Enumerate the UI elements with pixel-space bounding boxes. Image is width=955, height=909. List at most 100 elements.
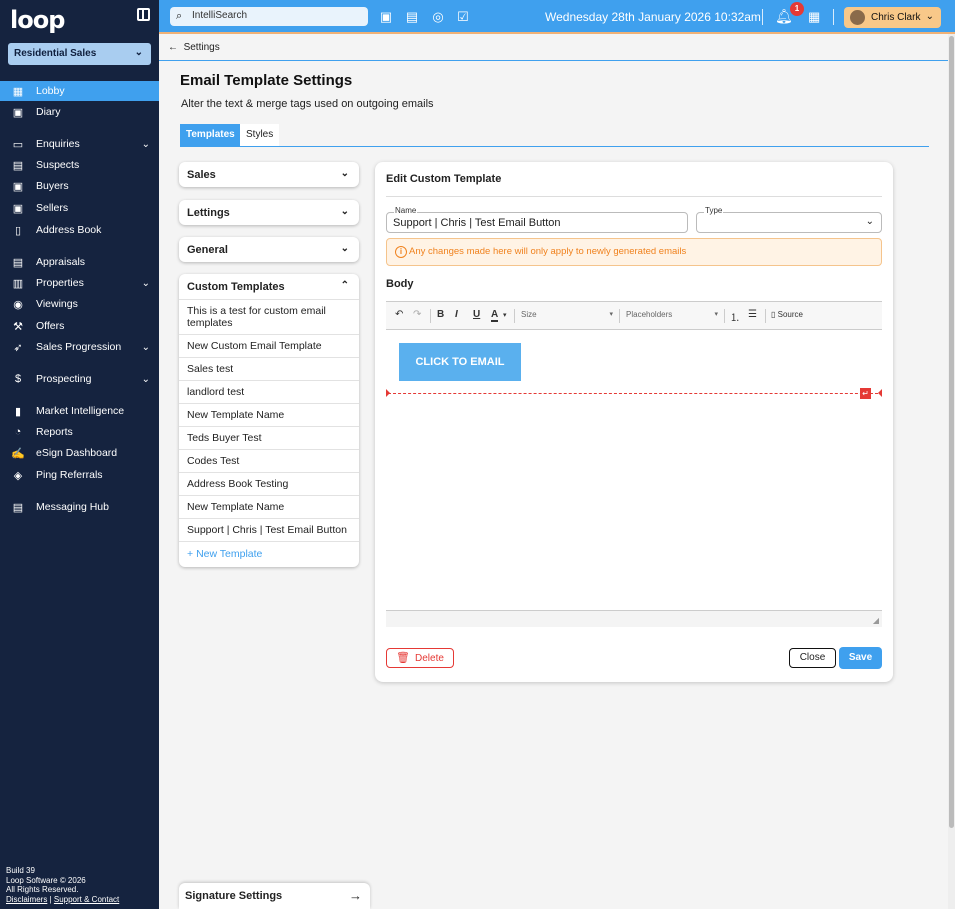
- sidebar-item-address-book[interactable]: ▯ Address Book: [0, 220, 159, 240]
- save-button[interactable]: Save: [839, 647, 882, 669]
- add-viewing-icon[interactable]: ◎: [429, 9, 447, 25]
- page-subtitle: Alter the text & merge tags used on outg…: [181, 98, 434, 110]
- sidebar-item-label: Market Intelligence: [36, 405, 125, 417]
- template-list-item[interactable]: Codes Test: [179, 449, 359, 472]
- add-contact-icon[interactable]: ▣: [377, 9, 395, 25]
- new-template-button[interactable]: + New Template: [179, 541, 359, 567]
- magic-line[interactable]: [388, 393, 878, 394]
- size-label: Size: [521, 310, 537, 319]
- user-menu[interactable]: Chris Clark ⌄: [844, 7, 941, 28]
- add-appointment-icon[interactable]: ▤: [403, 9, 421, 25]
- accordion-header[interactable]: Custom Templates ⌃: [179, 274, 359, 299]
- calendar-icon: ▣: [12, 106, 24, 119]
- close-button[interactable]: Close: [789, 648, 836, 668]
- template-list-item[interactable]: landlord test: [179, 380, 359, 403]
- sidebar-item-label: Sellers: [36, 202, 69, 214]
- sidebar-item-ping-referrals[interactable]: ◈ Ping Referrals: [0, 465, 159, 485]
- size-dropdown[interactable]: Size ▾: [521, 310, 613, 319]
- accordion-sales[interactable]: Sales ⌄: [179, 162, 359, 187]
- scrollbar-thumb[interactable]: [949, 36, 954, 828]
- accordion-lettings[interactable]: Lettings ⌄: [179, 200, 359, 225]
- body-label: Body: [386, 278, 414, 290]
- divider: [430, 309, 431, 323]
- template-list-item[interactable]: New Template Name: [179, 403, 359, 426]
- chevron-up-icon: ⌃: [340, 280, 349, 291]
- sidebar-item-label: Ping Referrals: [36, 469, 103, 481]
- accordion-header[interactable]: Lettings ⌄: [179, 200, 359, 225]
- template-list-item[interactable]: This is a test for custom email template…: [179, 299, 359, 334]
- sidebar-item-buyers[interactable]: ▣ Buyers: [0, 176, 159, 196]
- sidebar-item-label: Buyers: [36, 180, 69, 192]
- chevron-down-icon[interactable]: ▾: [503, 311, 507, 319]
- type-select[interactable]: Type ⌄: [696, 206, 882, 233]
- person-card-icon: ▣: [12, 202, 24, 215]
- sidebar-item-market-intelligence[interactable]: ▮ Market Intelligence: [0, 401, 159, 421]
- underline-icon[interactable]: U: [473, 309, 480, 320]
- contact-card-icon: ▤: [12, 159, 24, 172]
- sidebar-item-messaging-hub[interactable]: ▤ Messaging Hub: [0, 497, 159, 517]
- delete-button[interactable]: 🗑︎ Delete: [386, 648, 454, 668]
- resize-grip-icon[interactable]: ◢: [873, 616, 879, 625]
- template-list-item[interactable]: Sales test: [179, 357, 359, 380]
- italic-icon[interactable]: I: [455, 309, 458, 320]
- page-scrollbar[interactable]: [948, 34, 955, 909]
- sidebar-item-properties[interactable]: ▥ Properties ⌄: [0, 273, 159, 293]
- sidebar-item-esign-dashboard[interactable]: ✍ eSign Dashboard: [0, 443, 159, 463]
- back-arrow-icon[interactable]: ←: [168, 42, 178, 53]
- accordion-header[interactable]: Sales ⌄: [179, 162, 359, 187]
- divider: [386, 196, 882, 197]
- chevron-down-icon: ⌄: [865, 216, 874, 227]
- redo-icon[interactable]: ↷: [413, 309, 421, 320]
- sidebar-item-offers[interactable]: ⚒ Offers: [0, 316, 159, 336]
- sidebar-item-appraisals[interactable]: ▤ Appraisals: [0, 252, 159, 272]
- search-input[interactable]: ⌕ IntelliSearch: [170, 7, 368, 26]
- body-editor[interactable]: CLICK TO EMAIL ↵: [386, 330, 882, 610]
- template-list-item[interactable]: New Template Name: [179, 495, 359, 518]
- template-list-item[interactable]: Address Book Testing: [179, 472, 359, 495]
- insert-line-icon[interactable]: ↵: [860, 388, 871, 399]
- add-task-icon[interactable]: ☑: [454, 9, 472, 25]
- loop-logo[interactable]: loop: [10, 6, 65, 34]
- rocket-icon: ➶: [13, 341, 23, 354]
- template-list-item[interactable]: Support | Chris | Test Email Button: [179, 518, 359, 541]
- email-cta-button[interactable]: CLICK TO EMAIL: [399, 343, 521, 381]
- page-title: Email Template Settings: [180, 72, 353, 89]
- sidebar-item-diary[interactable]: ▣ Diary: [0, 102, 159, 122]
- signature-settings-button[interactable]: Signature Settings →: [179, 883, 370, 909]
- sidebar-item-sellers[interactable]: ▣ Sellers: [0, 198, 159, 218]
- tab-templates[interactable]: Templates: [180, 124, 241, 146]
- top-bar: ⌕ IntelliSearch ▣ ▤ ◎ ☑ Wednesday 28th J…: [159, 0, 955, 34]
- sidebar-item-viewings[interactable]: ◉ Viewings: [0, 294, 159, 314]
- accordion-header[interactable]: General ⌄: [179, 237, 359, 262]
- sidebar-item-reports[interactable]: ◔ Reports: [0, 422, 159, 442]
- bold-icon[interactable]: B: [437, 309, 444, 320]
- disclaimers-link[interactable]: Disclaimers: [6, 895, 47, 904]
- sidebar-item-prospecting[interactable]: $ Prospecting ⌄: [0, 369, 159, 389]
- placeholders-dropdown[interactable]: Placeholders ▾: [626, 310, 718, 319]
- branch-select[interactable]: Residential Sales ⌄: [8, 43, 151, 65]
- tab-styles[interactable]: Styles: [240, 124, 280, 146]
- sidebar-item-suspects[interactable]: ▤ Suspects: [0, 155, 159, 175]
- sidebar-item-label: Address Book: [36, 224, 102, 236]
- chevron-down-icon: ⌄: [141, 277, 150, 289]
- template-list-item[interactable]: New Custom Email Template: [179, 334, 359, 357]
- template-list-item[interactable]: Teds Buyer Test: [179, 426, 359, 449]
- divider: [180, 146, 929, 147]
- bullet-list-icon[interactable]: ☰: [748, 309, 757, 320]
- sidebar-item-enquiries[interactable]: ▭ Enquiries ⌄: [0, 134, 159, 154]
- breadcrumb[interactable]: ← Settings: [168, 42, 220, 53]
- undo-icon[interactable]: ↶: [395, 309, 403, 320]
- calendar-icon[interactable]: ▦: [808, 9, 820, 25]
- sidebar-item-sales-progression[interactable]: ➶ Sales Progression ⌄: [0, 337, 159, 357]
- support-link[interactable]: Support & Contact: [54, 895, 119, 904]
- source-button[interactable]: ▯ Source: [771, 310, 803, 319]
- accordion-general[interactable]: General ⌄: [179, 237, 359, 262]
- editor-resize-bar[interactable]: ◢: [386, 610, 882, 627]
- text-color-icon[interactable]: A: [491, 309, 499, 322]
- sidebar-collapse-icon[interactable]: [137, 8, 150, 21]
- search-icon: ⌕: [176, 10, 183, 22]
- numbered-list-icon[interactable]: ⒈: [730, 309, 740, 324]
- chevron-down-icon: ▾: [714, 311, 718, 318]
- name-field[interactable]: Name Support | Chris | Test Email Button: [386, 206, 688, 233]
- sidebar-item-lobby[interactable]: ▦ Lobby: [0, 81, 159, 101]
